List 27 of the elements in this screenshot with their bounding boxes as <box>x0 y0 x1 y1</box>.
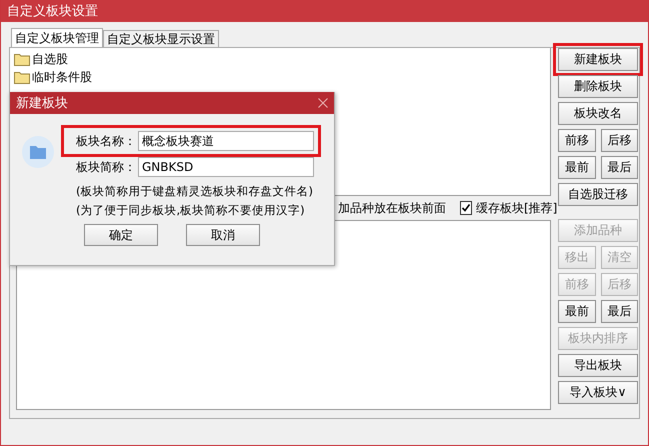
input-field[interactable]: GNBKSD <box>138 157 314 177</box>
hint-text: (为了便于同步板块,板块简称不要使用汉字) <box>75 203 306 218</box>
block-name[interactable]: 自选股 <box>32 50 68 68</box>
action-button[interactable]: 前移 <box>558 129 596 152</box>
hint-text: (板块简称用于键盘精灵选板块和存盘文件名) <box>75 184 314 199</box>
block-name[interactable]: 临时条件股 <box>32 68 92 86</box>
action-button[interactable]: 最前 <box>558 300 596 323</box>
action-button[interactable]: 导出板块 <box>558 354 638 377</box>
window-title: 自定义板块设置 <box>7 3 98 20</box>
action-button[interactable]: 后移 <box>600 129 638 152</box>
dialog-button[interactable]: 确定 <box>84 224 158 246</box>
action-button[interactable]: 最后 <box>600 156 638 179</box>
action-button[interactable]: 删除板块 <box>558 75 638 98</box>
action-button[interactable]: 最后 <box>600 300 638 323</box>
input-field[interactable]: 概念板块赛道 <box>138 131 314 151</box>
tab[interactable]: 自定义板块管理 <box>11 28 103 47</box>
checkbox-label: 缓存板块[推荐] <box>476 200 558 216</box>
option-label: 加品种放在板块前面 <box>338 200 446 216</box>
dialog-button[interactable]: 取消 <box>186 224 260 246</box>
action-button[interactable]: 导入板块∨ <box>558 381 638 404</box>
field-label: 板块简称： <box>76 158 136 176</box>
action-button[interactable]: 自选股迁移 <box>558 183 638 206</box>
dialog-title: 新建板块 <box>16 95 68 112</box>
field-label: 板块名称： <box>76 132 136 150</box>
action-button[interactable]: 最前 <box>558 156 596 179</box>
tab[interactable]: 自定义板块显示设置 <box>103 30 219 47</box>
action-button[interactable]: 板块改名 <box>558 102 638 125</box>
